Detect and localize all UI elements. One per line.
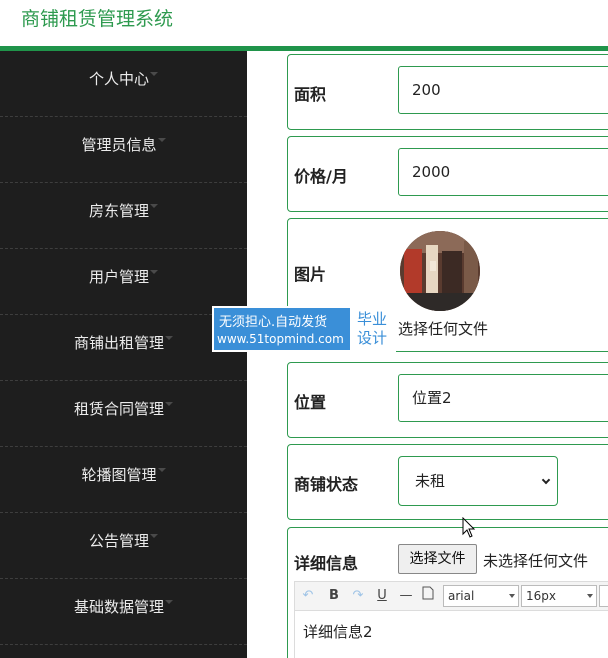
main-content: 面积 200 价格/月 2000 图片 选择任何文件 位置 位置2 商铺状态 未… — [247, 51, 608, 658]
price-input[interactable]: 2000 — [398, 148, 608, 196]
field-label: 图片 — [294, 265, 327, 284]
font-size-select[interactable]: 16px — [521, 585, 597, 607]
choose-file-button[interactable]: 选择文件 — [398, 544, 477, 574]
chevron-down-icon — [541, 475, 551, 485]
sidebar-item-label: 公告管理 — [88, 532, 149, 550]
shop-image-thumbnail[interactable] — [400, 231, 480, 311]
mouse-cursor-icon — [462, 517, 476, 538]
caret-down-icon — [587, 594, 593, 598]
sidebar-item-notices[interactable]: 公告管理 — [0, 513, 247, 579]
underline-button[interactable]: U — [373, 586, 391, 606]
sidebar-item-admin-info[interactable]: 管理员信息 — [0, 117, 247, 183]
caret-down-icon — [165, 401, 173, 406]
field-label: 面积 — [294, 85, 327, 104]
watermark-badge: 无须担心.自动发货 www.51topmind.com 毕业 设计 — [212, 306, 396, 352]
field-price: 价格/月 2000 — [287, 136, 608, 212]
redo-icon[interactable]: ↷ — [349, 586, 367, 606]
header: 商铺租赁管理系统 — [0, 0, 608, 46]
editor-content[interactable]: 详细信息2 — [294, 611, 608, 658]
field-label: 详细信息 — [294, 554, 359, 573]
undo-icon[interactable]: ↶ — [299, 586, 317, 606]
sidebar-item-carousel[interactable]: 轮播图管理 — [0, 447, 247, 513]
field-location: 位置 位置2 — [287, 362, 608, 438]
font-family-value: arial — [448, 589, 475, 603]
watermark-tag: 毕业 设计 — [350, 308, 394, 350]
caret-down-icon — [509, 594, 515, 598]
watermark-right2: 设计 — [356, 329, 387, 347]
field-label: 商铺状态 — [294, 475, 359, 494]
sidebar-item-label: 商铺出租管理 — [73, 334, 164, 352]
caret-down-icon — [157, 467, 166, 472]
watermark-text: 无须担心.自动发货 www.51topmind.com — [214, 308, 350, 350]
bold-button[interactable]: B — [325, 586, 343, 606]
location-input[interactable]: 位置2 — [398, 374, 608, 422]
sidebar-item-users[interactable]: 用户管理 — [0, 249, 247, 315]
sidebar-item-label: 房东管理 — [88, 202, 149, 220]
details-file-status: 未选择任何文件 — [483, 552, 589, 570]
caret-down-icon — [150, 269, 158, 274]
image-file-status: 选择任何文件 — [398, 320, 489, 338]
caret-down-icon — [150, 71, 158, 76]
field-label: 位置 — [294, 393, 327, 412]
sidebar-item-label: 管理员信息 — [81, 136, 157, 154]
caret-down-icon — [165, 599, 173, 604]
sidebar-item-label: 个人中心 — [88, 70, 149, 88]
sidebar-item-personal-center[interactable]: 个人中心 — [0, 51, 247, 117]
horizontal-rule-icon[interactable]: — — [397, 586, 415, 606]
field-status: 商铺状态 未租 — [287, 444, 608, 520]
sidebar-item-label: 租赁合同管理 — [73, 400, 164, 418]
app-title: 商铺租赁管理系统 — [21, 8, 174, 30]
paragraph-select[interactable] — [599, 585, 608, 607]
field-area: 面积 200 — [287, 54, 608, 130]
watermark-line1: 无须担心.自动发货 — [219, 315, 328, 330]
sidebar-item-shop-rental[interactable]: 商铺出租管理 — [0, 315, 247, 381]
sidebar: 个人中心 管理员信息 房东管理 用户管理 商铺出租管理 租赁合同管理 轮播图管理… — [0, 51, 247, 658]
sidebar-item-landlord[interactable]: 房东管理 — [0, 183, 247, 249]
editor-toolbar: ↶ B ↷ U — arial 16px — [294, 581, 608, 611]
area-input[interactable]: 200 — [398, 66, 608, 114]
caret-down-icon — [150, 203, 158, 208]
caret-down-icon — [165, 335, 173, 340]
font-family-select[interactable]: arial — [443, 585, 519, 607]
selected-value: 未租 — [415, 472, 446, 490]
field-label: 价格/月 — [294, 167, 348, 186]
shop-status-select[interactable]: 未租 — [398, 456, 558, 506]
document-icon[interactable] — [419, 586, 437, 606]
caret-down-icon — [150, 533, 158, 538]
font-size-value: 16px — [526, 589, 556, 603]
watermark-line2: www.51topmind.com — [217, 332, 344, 346]
sidebar-item-basic-data[interactable]: 基础数据管理 — [0, 579, 247, 645]
field-details: 详细信息 选择文件 未选择任何文件 ↶ B ↷ U — arial 16px 详… — [287, 527, 608, 658]
sidebar-item-label: 轮播图管理 — [81, 466, 157, 484]
shop-photo-icon — [400, 231, 480, 311]
sidebar-item-label: 基础数据管理 — [73, 598, 164, 616]
caret-down-icon — [157, 137, 166, 142]
sidebar-item-contracts[interactable]: 租赁合同管理 — [0, 381, 247, 447]
sidebar-item-label: 用户管理 — [88, 268, 149, 286]
watermark-right1: 毕业 — [356, 310, 387, 328]
